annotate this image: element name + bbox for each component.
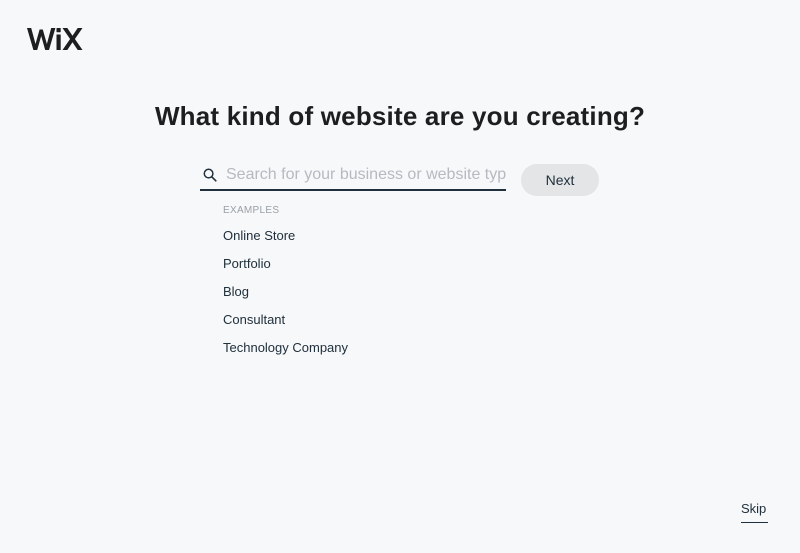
example-item-online-store[interactable]: Online Store (223, 229, 523, 257)
search-bar (200, 160, 506, 191)
wix-logo (27, 26, 83, 52)
next-button[interactable]: Next (521, 164, 599, 196)
onboarding-page: What kind of website are you creating? N… (0, 0, 800, 553)
search-icon (203, 168, 217, 182)
example-list: Online Store Portfolio Blog Consultant T… (223, 229, 523, 369)
page-title: What kind of website are you creating? (154, 101, 646, 131)
search-input[interactable] (226, 160, 506, 189)
example-item-blog[interactable]: Blog (223, 285, 523, 313)
example-item-technology-company[interactable]: Technology Company (223, 341, 523, 369)
example-item-consultant[interactable]: Consultant (223, 313, 523, 341)
examples-panel: EXAMPLES Online Store Portfolio Blog Con… (223, 204, 523, 369)
skip-link[interactable]: Skip (741, 502, 768, 523)
examples-header: EXAMPLES (223, 205, 280, 216)
example-item-portfolio[interactable]: Portfolio (223, 257, 523, 285)
